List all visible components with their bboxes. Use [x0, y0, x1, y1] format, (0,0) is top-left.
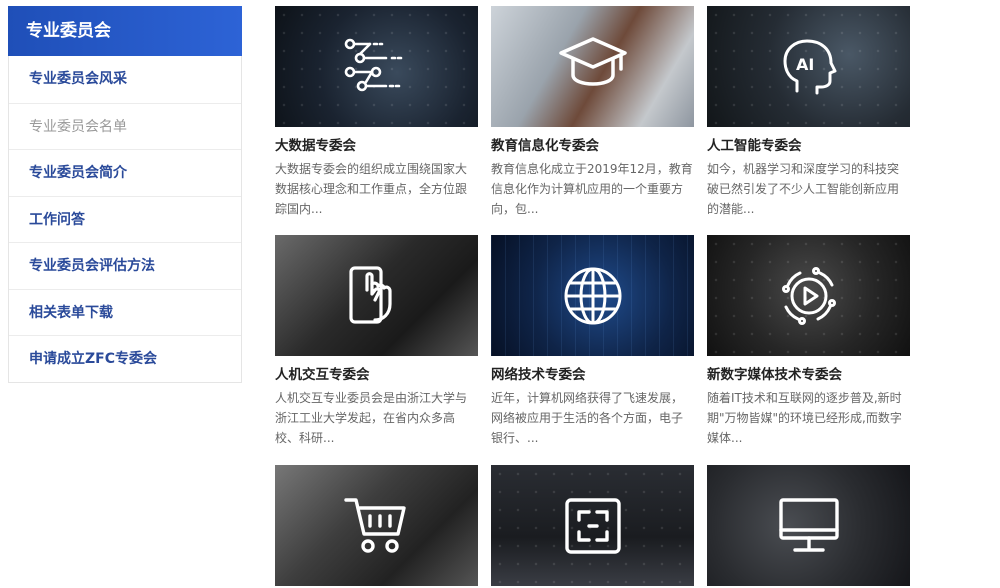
- scan-frame-icon: [564, 497, 621, 554]
- touch-phone-icon: [348, 265, 392, 324]
- card-thumbnail[interactable]: AI: [707, 6, 910, 127]
- shopping-cart-icon: [343, 497, 406, 553]
- card-thumbnail[interactable]: [707, 235, 910, 356]
- committee-card-big-data[interactable]: 大数据专委会 大数据专委会的组织成立围绕国家大数据核心理念和工作重点，全方位跟踪…: [275, 6, 478, 219]
- card-title[interactable]: 人机交互专委会: [275, 366, 478, 384]
- card-thumbnail[interactable]: [275, 235, 478, 356]
- card-description: 人机交互专业委员会是由浙江大学与浙江工业大学发起，在省内众多高校、科研...: [275, 391, 468, 445]
- card-title[interactable]: 大数据专委会: [275, 137, 478, 155]
- committee-card-education[interactable]: 教育信息化专委会 教育信息化成立于2019年12月，教育信息化作为计算机应用的一…: [491, 6, 694, 219]
- sidebar: 专业委员会 专业委员会风采 专业委员会名单 专业委员会简介 工作问答 专业委员会…: [8, 6, 242, 383]
- card-thumbnail[interactable]: [491, 465, 694, 586]
- committee-card-ecommerce[interactable]: [275, 465, 478, 586]
- sidebar-title: 专业委员会: [8, 6, 242, 56]
- svg-text:AI: AI: [796, 55, 814, 74]
- sidebar-item-committee-list[interactable]: 专业委员会名单: [9, 102, 241, 149]
- graduation-cap-icon: [558, 36, 627, 86]
- card-thumbnail[interactable]: [707, 465, 910, 586]
- sidebar-item-committee-style[interactable]: 专业委员会风采: [9, 56, 241, 103]
- ai-head-icon: AI: [783, 39, 836, 94]
- committee-card-digital-media[interactable]: 新数字媒体技术专委会 随着IT技术和互联网的逐步普及,新时期"万物皆媒"的环境已…: [707, 235, 910, 448]
- card-thumbnail[interactable]: [491, 235, 694, 356]
- committee-card-computer[interactable]: [707, 465, 910, 586]
- circuit-icon: [344, 38, 405, 91]
- card-thumbnail[interactable]: [275, 6, 478, 127]
- card-title[interactable]: 教育信息化专委会: [491, 137, 694, 155]
- play-circle-icon: [781, 266, 836, 325]
- card-thumbnail[interactable]: [275, 465, 478, 586]
- sidebar-item-forms-download[interactable]: 相关表单下载: [9, 288, 241, 335]
- card-description: 大数据专委会的组织成立围绕国家大数据核心理念和工作重点，全方位跟踪国内...: [275, 162, 468, 216]
- card-title[interactable]: 新数字媒体技术专委会: [707, 366, 910, 384]
- sidebar-item-faq[interactable]: 工作问答: [9, 195, 241, 242]
- card-description: 随着IT技术和互联网的逐步普及,新时期"万物皆媒"的环境已经形成,而数字媒体..…: [707, 391, 902, 445]
- sidebar-list: 专业委员会风采 专业委员会名单 专业委员会简介 工作问答 专业委员会评估方法 相…: [8, 56, 242, 383]
- card-description: 教育信息化成立于2019年12月，教育信息化作为计算机应用的一个重要方向，包..…: [491, 162, 693, 216]
- committee-card-scan[interactable]: [491, 465, 694, 586]
- card-thumbnail[interactable]: [491, 6, 694, 127]
- sidebar-item-committee-intro[interactable]: 专业委员会简介: [9, 149, 241, 196]
- committee-card-ai[interactable]: AI 人工智能专委会 如今，机器学习和深度学习的科技突破已然引发了不少人工智能创…: [707, 6, 910, 219]
- sidebar-item-apply[interactable]: 申请成立ZFC专委会: [9, 335, 241, 382]
- committee-card-network[interactable]: 网络技术专委会 近年，计算机网络获得了飞速发展，网络被应用于生活的各个方面，电子…: [491, 235, 694, 448]
- card-description: 近年，计算机网络获得了飞速发展，网络被应用于生活的各个方面，电子银行、...: [491, 391, 684, 445]
- card-description: 如今，机器学习和深度学习的科技突破已然引发了不少人工智能创新应用的潜能...: [707, 162, 900, 216]
- globe-icon: [564, 267, 621, 324]
- monitor-icon: [778, 497, 839, 552]
- card-title[interactable]: 网络技术专委会: [491, 366, 694, 384]
- card-title[interactable]: 人工智能专委会: [707, 137, 910, 155]
- sidebar-item-evaluation[interactable]: 专业委员会评估方法: [9, 242, 241, 289]
- committee-card-hci[interactable]: 人机交互专委会 人机交互专业委员会是由浙江大学与浙江工业大学发起，在省内众多高校…: [275, 235, 478, 448]
